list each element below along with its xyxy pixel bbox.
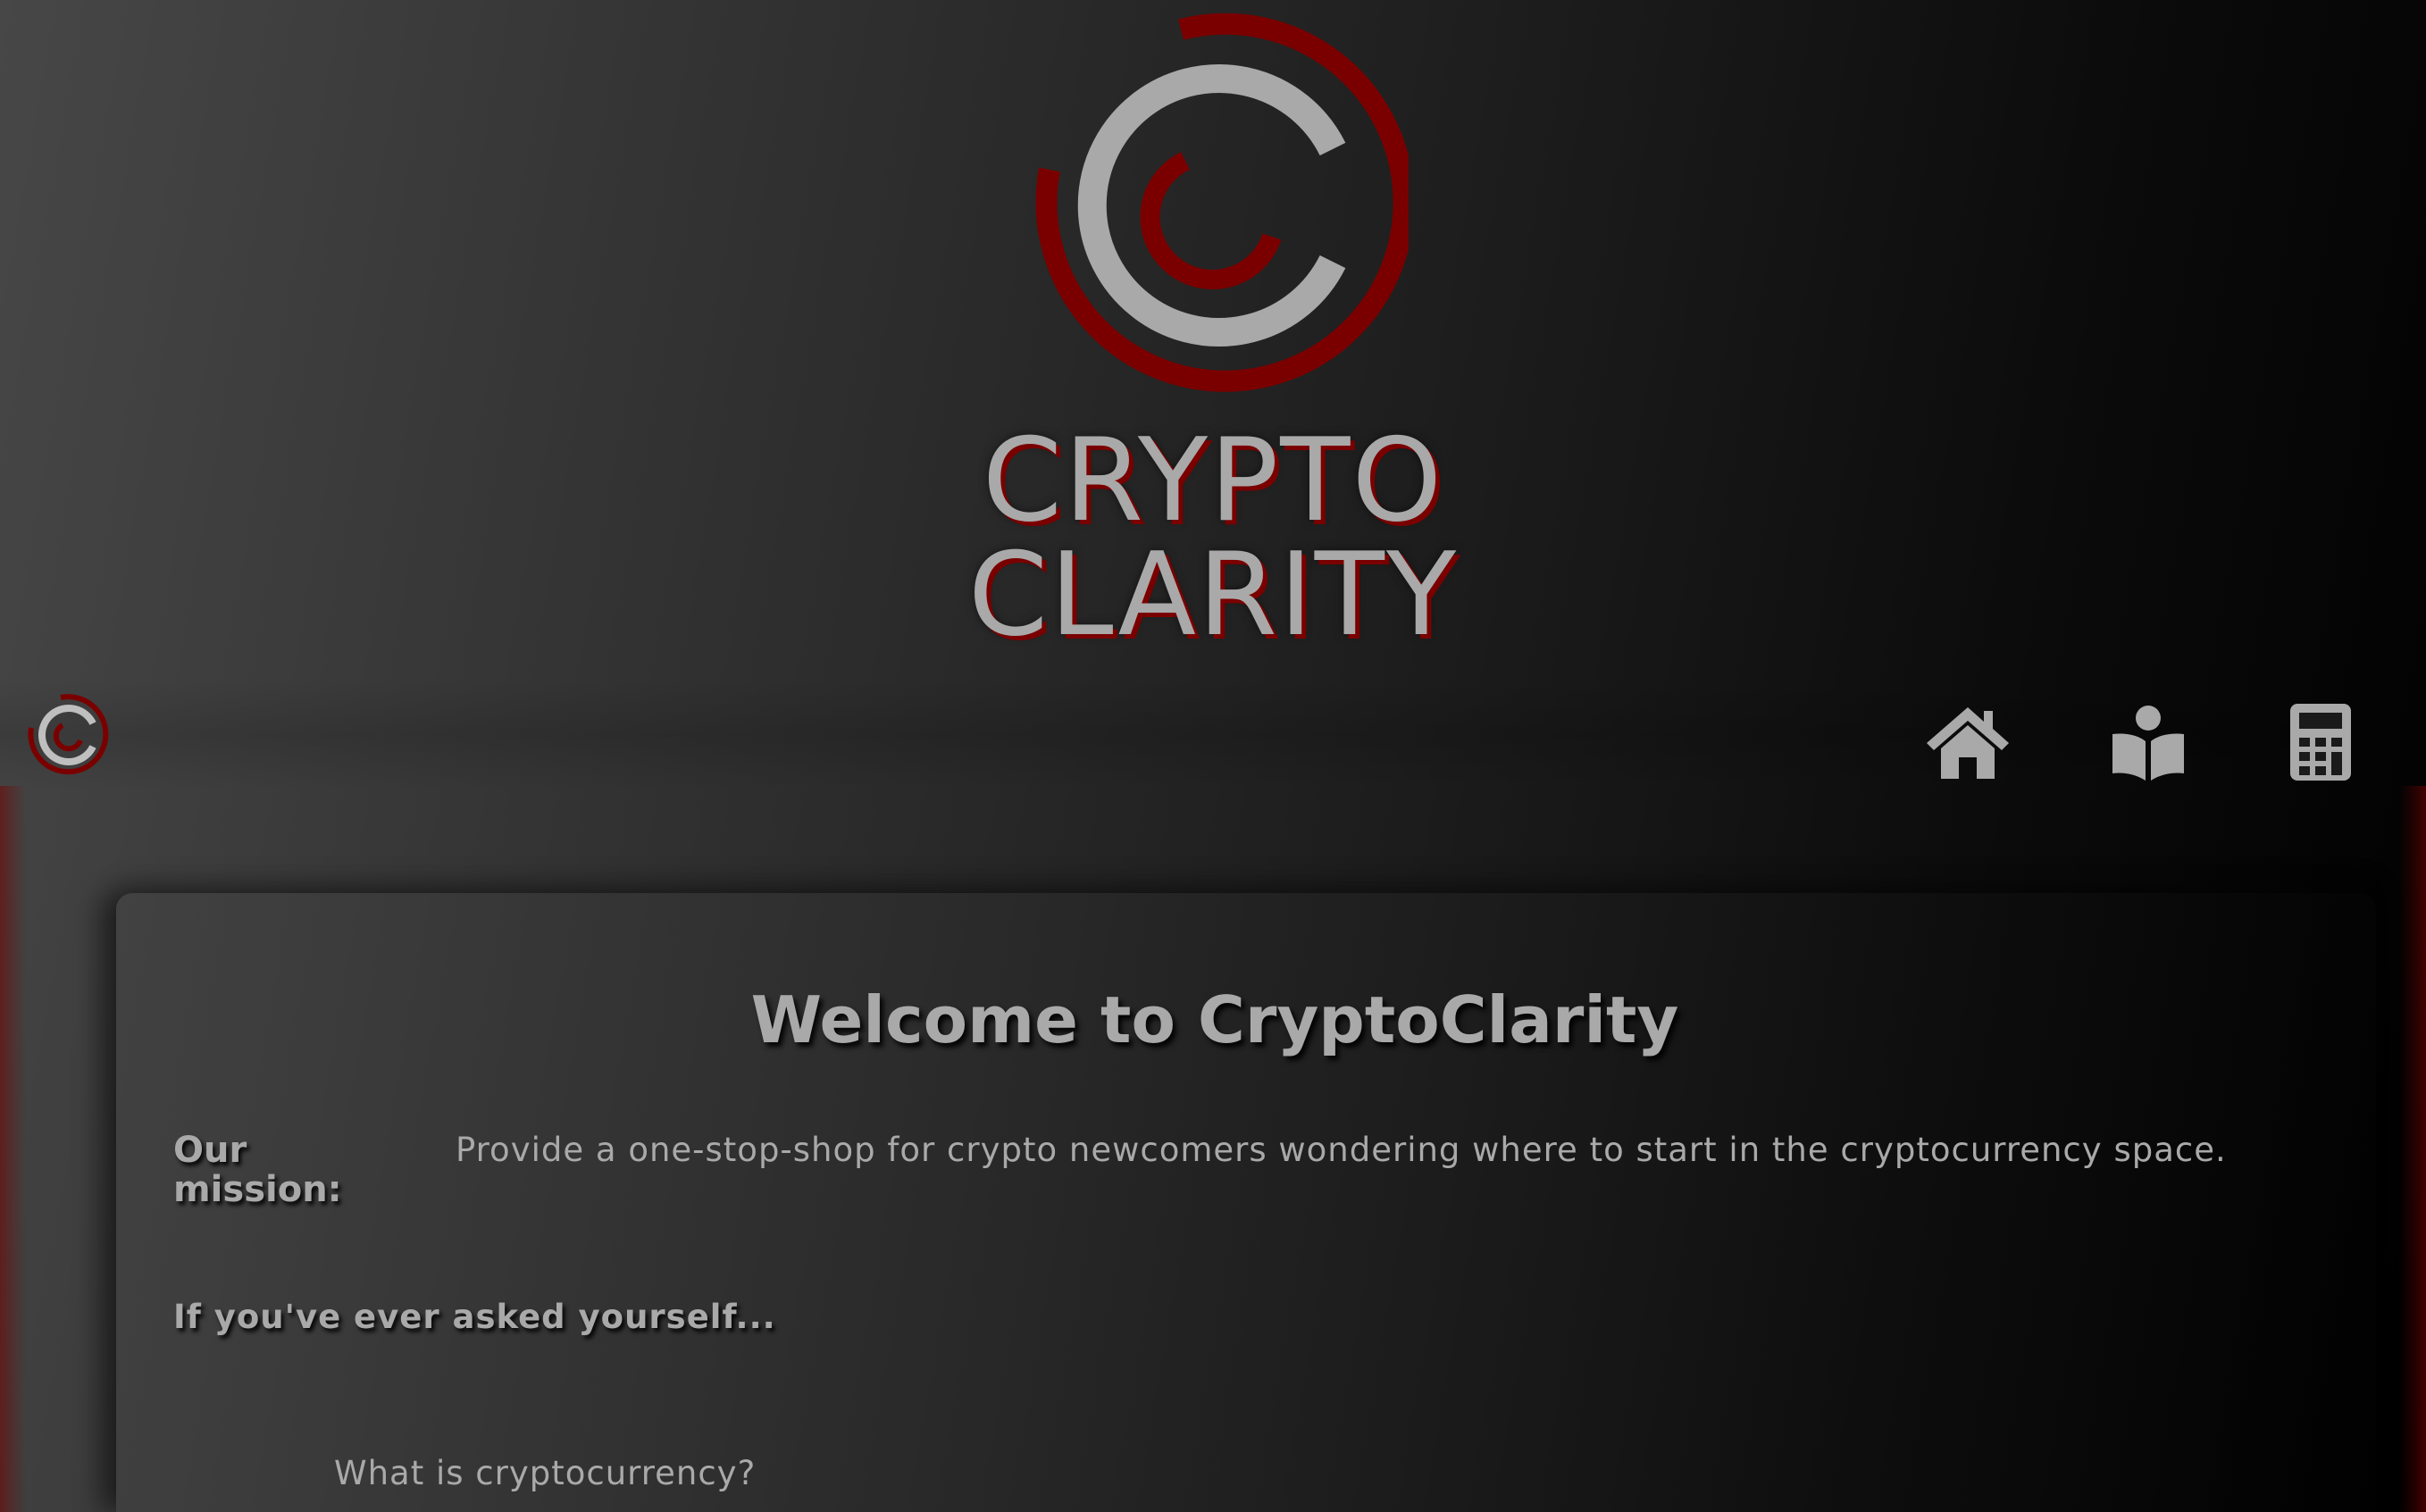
left-edge-glow <box>0 786 27 1512</box>
nav-bar <box>0 679 2426 790</box>
hero-title-line-2: CLARITY <box>967 529 1459 662</box>
welcome-heading: Welcome to CryptoClarity <box>750 982 1679 1057</box>
hero-title-line-1: CRYPTO <box>982 414 1444 547</box>
nav-logo-icon[interactable] <box>25 692 111 778</box>
hero-brand-title: CRYPTO CLARITY <box>766 424 1660 653</box>
home-icon[interactable] <box>1925 702 2011 782</box>
question-item[interactable]: What is cryptocurrency? <box>334 1454 756 1492</box>
welcome-card: Welcome to CryptoClarity Our mission: Pr… <box>116 893 2376 1512</box>
hero-logo-icon <box>1035 13 1409 392</box>
right-edge-glow <box>2399 786 2426 1512</box>
mission-text: Provide a one-stop-shop for crypto newco… <box>456 1131 2227 1169</box>
calculator-icon[interactable] <box>2278 702 2363 782</box>
reader-book-icon[interactable] <box>2105 702 2191 782</box>
mission-label: Our mission: <box>173 1130 342 1210</box>
asked-yourself-prompt: If you've ever asked yourself... <box>173 1298 776 1336</box>
